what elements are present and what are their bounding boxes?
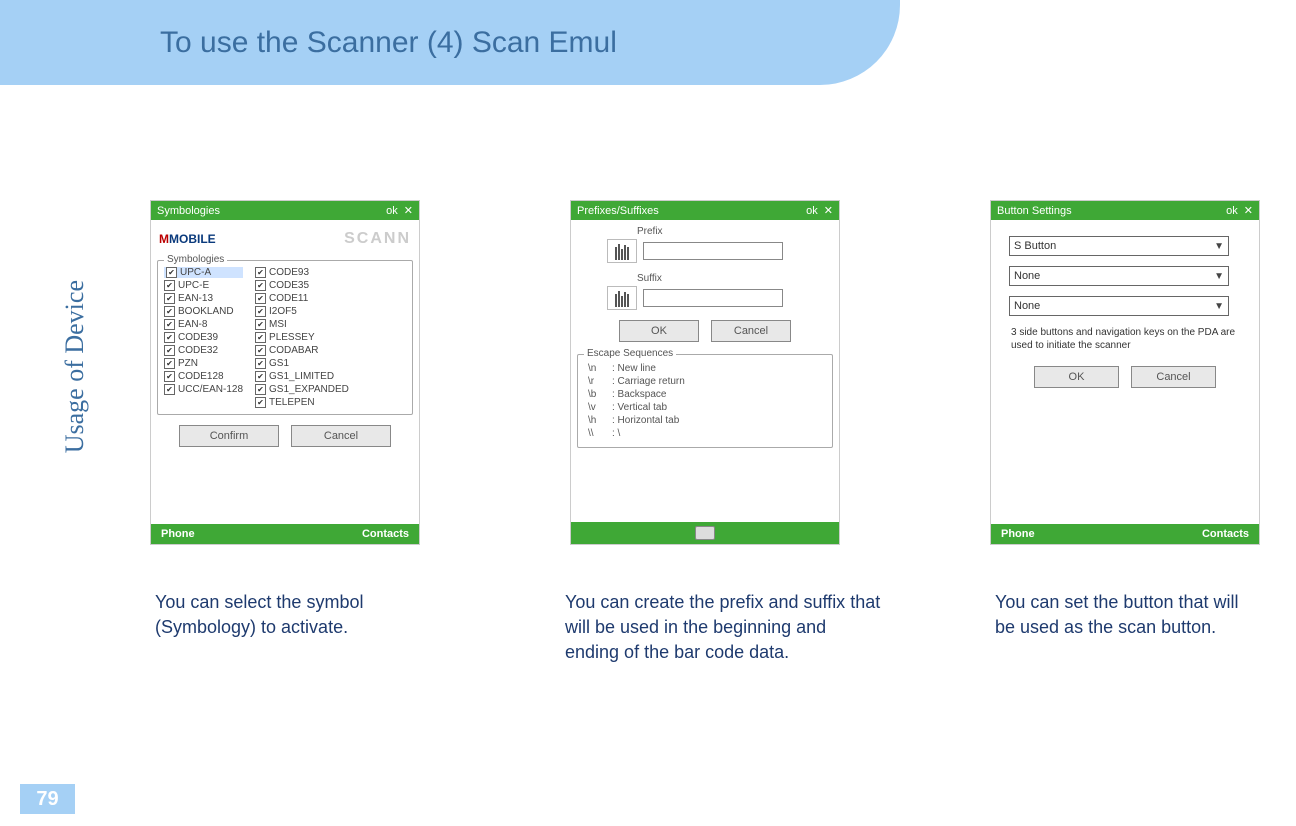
checkbox-ean-13[interactable]: EAN-13 [164, 293, 243, 304]
chevron-down-icon: ▼ [1214, 241, 1224, 252]
checkbox-plessey[interactable]: PLESSEY [255, 332, 349, 343]
checkbox-upc-a[interactable]: UPC-A [164, 267, 243, 278]
checkbox-code11[interactable]: CODE11 [255, 293, 349, 304]
side-tab: Usage of Device [60, 280, 90, 453]
cancel-button[interactable]: Cancel [291, 425, 391, 447]
checkbox-code39[interactable]: CODE39 [164, 332, 243, 343]
scann-text: SCANN [344, 230, 411, 248]
pda-symbologies: Symbologies ok ✕ MMOBILE SCANN Symbologi… [150, 200, 420, 545]
checkbox-pzn[interactable]: PZN [164, 358, 243, 369]
prefix-input[interactable] [643, 242, 783, 260]
softkey-phone[interactable]: Phone [161, 528, 195, 540]
chevron-down-icon: ▼ [1214, 271, 1224, 282]
softkey-phone[interactable]: Phone [1001, 528, 1035, 540]
checkbox-gs1-expanded[interactable]: GS1_EXPANDED [255, 384, 349, 395]
hint-text: 3 side buttons and navigation keys on th… [1011, 326, 1239, 352]
checkbox-code93[interactable]: CODE93 [255, 267, 349, 278]
confirm-button[interactable]: Confirm [179, 425, 279, 447]
cancel-button[interactable]: Cancel [711, 320, 791, 342]
caption-3: You can set the button that will be used… [995, 590, 1255, 666]
caption-2: You can create the prefix and suffix tha… [565, 590, 885, 666]
chevron-down-icon: ▼ [1214, 301, 1224, 312]
page-title: To use the Scanner (4) Scan Emul [160, 26, 617, 60]
barcode-icon [607, 286, 637, 310]
close-icon[interactable]: ✕ [824, 204, 833, 217]
escape-group: Escape Sequences \n: New line \r: Carria… [577, 354, 833, 448]
page-number: 79 [20, 784, 75, 814]
checkbox-msi[interactable]: MSI [255, 319, 349, 330]
checkbox-codabar[interactable]: CODABAR [255, 345, 349, 356]
pda-prefix-suffix: Prefixes/Suffixes ok ✕ Prefix Suffix [570, 200, 840, 545]
ok-label[interactable]: ok [806, 205, 818, 217]
titlebar: Prefixes/Suffixes ok ✕ [571, 201, 839, 220]
softkey-contacts[interactable]: Contacts [362, 528, 409, 540]
checkbox-code32[interactable]: CODE32 [164, 345, 243, 356]
symbologies-group: Symbologies UPC-AUPC-EEAN-13BOOKLANDEAN-… [157, 260, 413, 415]
select-button-1[interactable]: S Button▼ [1009, 236, 1229, 256]
close-icon[interactable]: ✕ [404, 204, 413, 217]
checkbox-gs1-limited[interactable]: GS1_LIMITED [255, 371, 349, 382]
checkbox-code35[interactable]: CODE35 [255, 280, 349, 291]
screenshots-row: Symbologies ok ✕ MMOBILE SCANN Symbologi… [150, 200, 1260, 545]
checkbox-ucc-ean-128[interactable]: UCC/EAN-128 [164, 384, 243, 395]
titlebar-label: Button Settings [997, 205, 1072, 217]
select-button-3[interactable]: None▼ [1009, 296, 1229, 316]
barcode-icon [607, 239, 637, 263]
ok-label[interactable]: ok [1226, 205, 1238, 217]
pda-button-settings: Button Settings ok ✕ S Button▼ None▼ Non… [990, 200, 1260, 545]
checkbox-ean-8[interactable]: EAN-8 [164, 319, 243, 330]
header-bar: To use the Scanner (4) Scan Emul [0, 0, 900, 85]
titlebar: Symbologies ok ✕ [151, 201, 419, 220]
ok-button[interactable]: OK [619, 320, 699, 342]
titlebar-label: Symbologies [157, 205, 220, 217]
select-button-2[interactable]: None▼ [1009, 266, 1229, 286]
suffix-label: Suffix [637, 273, 833, 284]
ok-label[interactable]: ok [386, 205, 398, 217]
ok-button[interactable]: OK [1034, 366, 1119, 388]
cancel-button[interactable]: Cancel [1131, 366, 1216, 388]
caption-1: You can select the symbol (Symbology) to… [155, 590, 455, 666]
checkbox-bookland[interactable]: BOOKLAND [164, 306, 243, 317]
checkbox-telepen[interactable]: TELEPEN [255, 397, 349, 408]
checkbox-gs1[interactable]: GS1 [255, 358, 349, 369]
captions-row: You can select the symbol (Symbology) to… [155, 590, 1255, 666]
checkbox-code128[interactable]: CODE128 [164, 371, 243, 382]
titlebar: Button Settings ok ✕ [991, 201, 1259, 220]
close-icon[interactable]: ✕ [1244, 204, 1253, 217]
keyboard-icon[interactable] [695, 526, 715, 540]
titlebar-label: Prefixes/Suffixes [577, 205, 659, 217]
softkey-contacts[interactable]: Contacts [1202, 528, 1249, 540]
prefix-label: Prefix [637, 226, 833, 237]
suffix-input[interactable] [643, 289, 783, 307]
checkbox-i2of5[interactable]: I2OF5 [255, 306, 349, 317]
checkbox-upc-e[interactable]: UPC-E [164, 280, 243, 291]
mobile-logo: MMOBILE [159, 232, 216, 246]
